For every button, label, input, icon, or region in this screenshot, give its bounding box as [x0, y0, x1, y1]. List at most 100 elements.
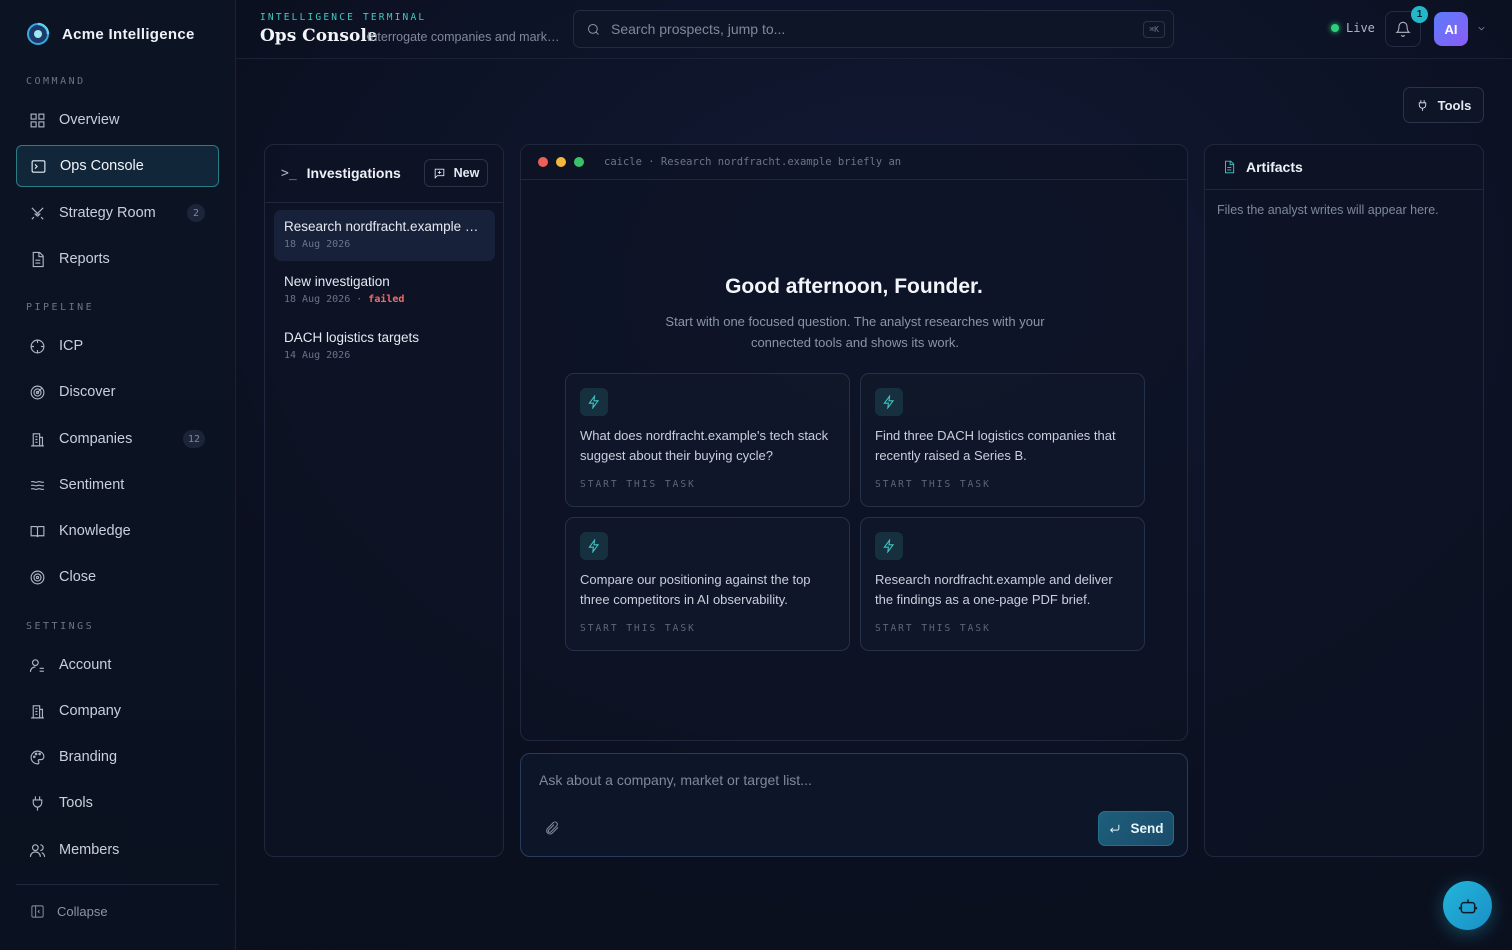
- artifacts-empty-state: Files the analyst writes will appear her…: [1217, 203, 1439, 217]
- sidebar-item-label: Members: [59, 842, 120, 858]
- task-card[interactable]: Research nordfracht.example and deliver …: [860, 517, 1145, 651]
- sidebar-item-label: Strategy Room: [59, 205, 156, 221]
- sidebar-item-knowledge[interactable]: Knowledge: [16, 510, 219, 552]
- sidebar-divider: [16, 884, 219, 885]
- search-input[interactable]: [611, 21, 1131, 37]
- sidebar-item-tools[interactable]: Tools: [16, 782, 219, 824]
- investigation-title: Research nordfracht.example briefly and …: [284, 219, 485, 234]
- investigation-title: DACH logistics targets: [284, 330, 420, 345]
- bolt-icon: [875, 532, 903, 560]
- task-card[interactable]: Compare our positioning against the top …: [565, 517, 850, 651]
- tools-button[interactable]: Tools: [1403, 87, 1484, 123]
- sidebar-item-strategy-room[interactable]: Strategy Room 2: [16, 192, 219, 234]
- investigations-header: >_ Investigations: [281, 165, 401, 181]
- task-card[interactable]: What does nordfracht.example's tech stac…: [565, 373, 850, 507]
- sidebar-collapse-icon: [31, 905, 44, 918]
- sidebar-item-account[interactable]: Account: [16, 644, 219, 686]
- sidebar-item-label: Tools: [59, 795, 93, 811]
- file-icon: [1225, 160, 1235, 174]
- sidebar-item-companies[interactable]: Companies 12: [16, 418, 219, 460]
- plug-icon: [32, 795, 43, 811]
- live-dot: [1331, 24, 1339, 32]
- sidebar-item-label: Discover: [59, 384, 116, 400]
- send-button[interactable]: Send: [1098, 811, 1174, 846]
- status-badge: failed: [368, 294, 405, 305]
- section-label-settings: SETTINGS: [26, 621, 95, 632]
- crosshair-icon: [30, 339, 45, 353]
- task-text: Compare our positioning against the top …: [580, 572, 811, 607]
- sidebar-item-members[interactable]: Members: [16, 829, 219, 871]
- sidebar-item-sentiment[interactable]: Sentiment: [16, 464, 219, 506]
- enter-icon: [1110, 824, 1120, 833]
- investigation-item[interactable]: New investigation 18 Aug 2026 · failed: [274, 265, 495, 316]
- sidebar-item-label: Account: [59, 657, 112, 673]
- terminal-title: caicle · Research nordfracht.example bri…: [604, 156, 902, 168]
- sidebar-item-label: Company: [59, 703, 122, 719]
- divider: [265, 202, 503, 203]
- message-input[interactable]: [539, 772, 1159, 796]
- count-badge: 12: [182, 430, 205, 448]
- building-icon: [31, 432, 44, 446]
- user-icon: [29, 658, 44, 672]
- investigation-date: 14 Aug 2026: [284, 350, 351, 361]
- new-button-label: New: [453, 166, 480, 180]
- sidebar: Acme Intelligence COMMAND Overview Ops C…: [0, 0, 236, 950]
- task-cta: START THIS TASK: [875, 479, 991, 490]
- book-icon: [30, 525, 45, 537]
- divider: [1205, 189, 1483, 190]
- sidebar-item-discover[interactable]: Discover: [16, 371, 219, 413]
- tools-button-label: Tools: [1437, 97, 1472, 113]
- notifications-button[interactable]: 1: [1385, 6, 1428, 47]
- sidebar-item-branding[interactable]: Branding: [16, 736, 219, 778]
- sidebar-item-reports[interactable]: Reports: [16, 238, 219, 280]
- task-text: Find three DACH logistics companies that…: [875, 428, 1116, 463]
- task-cta: START THIS TASK: [875, 623, 991, 634]
- collapse-label: Collapse: [57, 904, 108, 919]
- sidebar-item-company[interactable]: Company: [16, 690, 219, 732]
- greeting-subtitle: Start with one focused question. The ana…: [665, 314, 1045, 350]
- sidebar-item-label: Sentiment: [59, 477, 125, 493]
- users-icon: [29, 843, 46, 857]
- sidebar-item-overview[interactable]: Overview: [16, 99, 219, 141]
- terminal-titlebar: caicle · Research nordfracht.example bri…: [521, 145, 1187, 180]
- avatar[interactable]: AI: [1434, 12, 1468, 46]
- search-bar[interactable]: ⌘K: [573, 10, 1174, 48]
- sidebar-item-label: Knowledge: [59, 523, 131, 539]
- window-maximize-dot: [574, 157, 584, 167]
- waves-icon: [30, 480, 45, 490]
- sidebar-item-close[interactable]: Close: [16, 556, 219, 598]
- sidebar-item-icp[interactable]: ICP: [16, 325, 219, 367]
- shortcut-hint: ⌘K: [1143, 21, 1165, 38]
- window-minimize-dot: [556, 157, 566, 167]
- target-icon: [30, 570, 45, 584]
- investigation-item[interactable]: DACH logistics targets 14 Aug 2026: [274, 321, 495, 372]
- chevron-down-icon[interactable]: [1476, 23, 1487, 34]
- investigation-item[interactable]: Research nordfracht.example briefly and …: [274, 210, 495, 261]
- top-header: INTELLIGENCE TERMINAL Ops Console Interr…: [236, 0, 1512, 59]
- investigation-meta: 18 Aug 2026 · failed: [284, 294, 405, 305]
- grid-icon: [30, 113, 45, 127]
- investigation-meta: 14 Aug 2026: [284, 350, 485, 361]
- investigation-date: 18 Aug 2026: [284, 294, 351, 305]
- task-text: Research nordfracht.example and deliver …: [875, 572, 1113, 607]
- plug-icon: [1418, 99, 1426, 111]
- prompt-icon: >_: [281, 165, 297, 181]
- brand[interactable]: Acme Intelligence: [26, 22, 195, 46]
- composer: Send: [520, 753, 1188, 857]
- bot-icon: [1458, 898, 1477, 913]
- window-close-dot: [538, 157, 548, 167]
- new-investigation-button[interactable]: New: [424, 159, 488, 187]
- paperclip-icon[interactable]: [544, 820, 560, 836]
- sidebar-item-ops-console[interactable]: Ops Console: [16, 145, 219, 187]
- task-cta: START THIS TASK: [580, 479, 696, 490]
- assistant-fab[interactable]: [1443, 881, 1492, 930]
- sidebar-item-label: Overview: [59, 112, 120, 128]
- investigation-title: New investigation: [284, 274, 390, 289]
- investigations-panel: >_ Investigations New Research nordfrach…: [264, 144, 504, 857]
- page-title: Ops Console: [260, 26, 378, 46]
- task-card[interactable]: Find three DACH logistics companies that…: [860, 373, 1145, 507]
- collapse-button[interactable]: Collapse: [30, 904, 108, 919]
- live-status: Live: [1331, 21, 1375, 35]
- building-icon: [31, 704, 44, 718]
- radar-icon: [30, 385, 45, 399]
